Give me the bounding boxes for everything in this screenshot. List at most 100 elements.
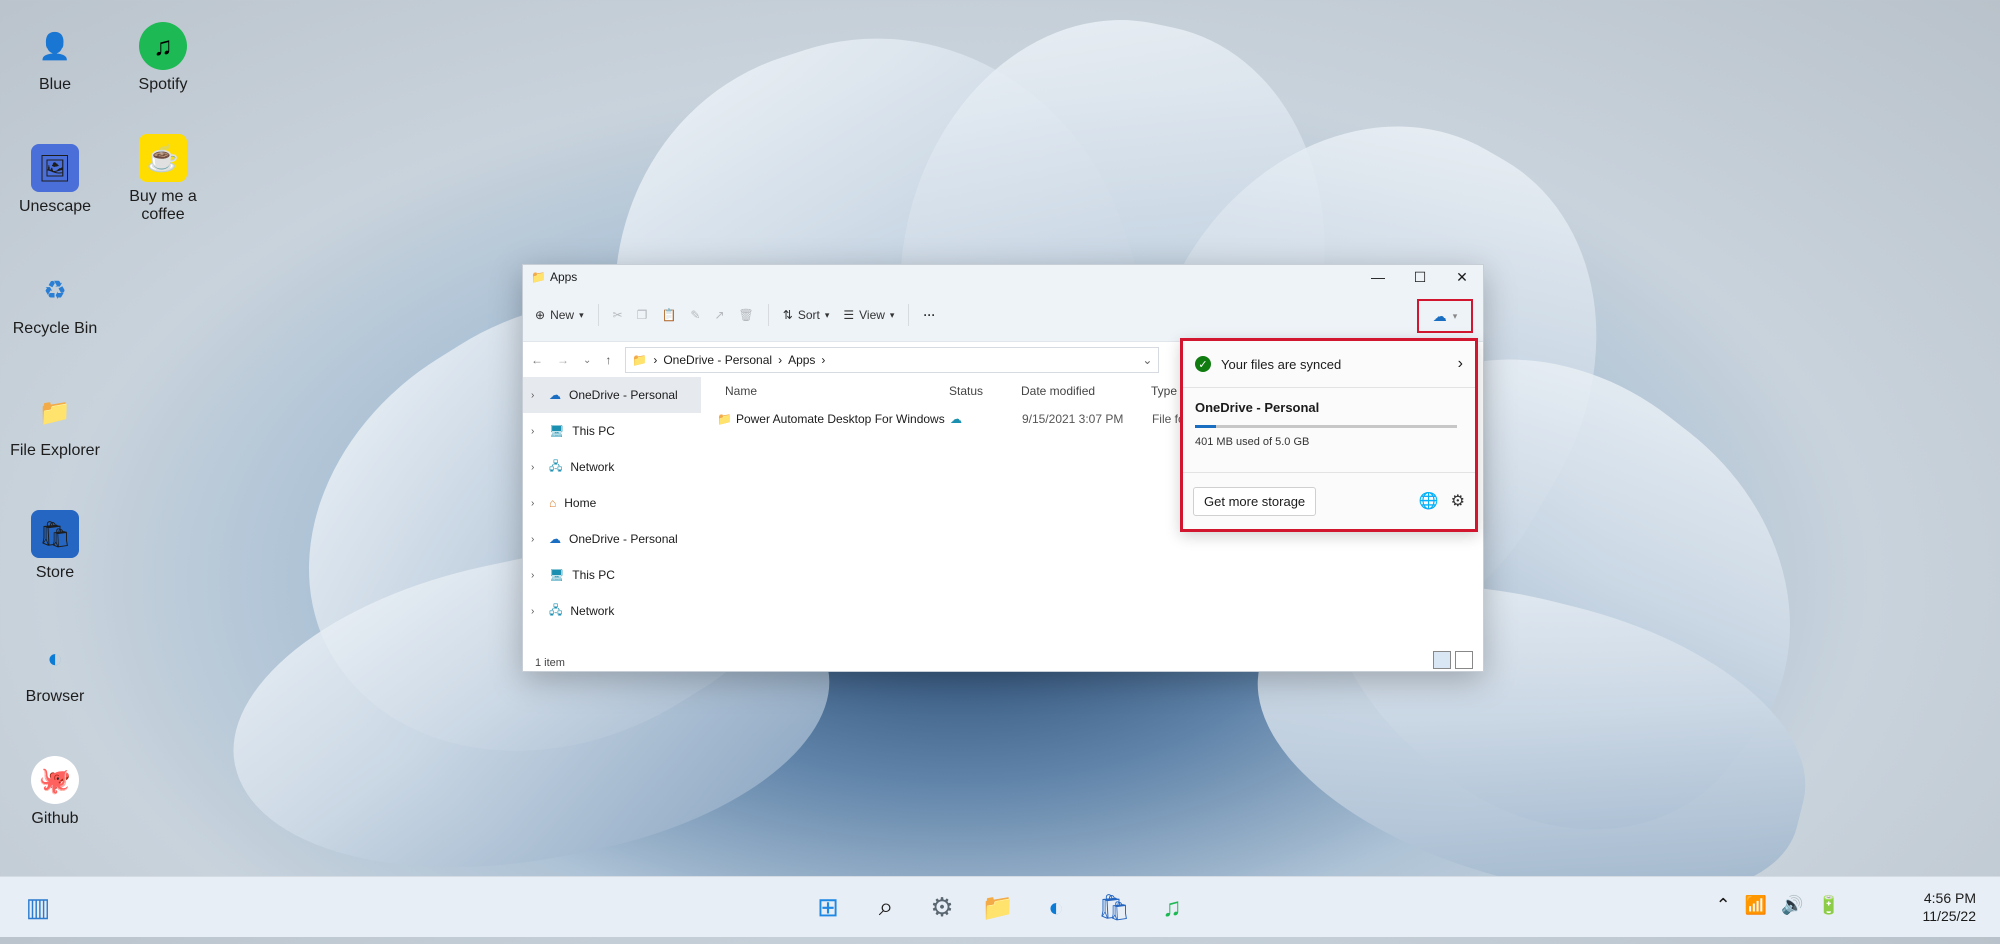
sync-status-row[interactable]: ✓ Your files are synced › (1183, 341, 1475, 388)
title-bar: 📁 Apps — ☐ ✕ (523, 265, 1483, 289)
breadcrumb-apps[interactable]: Apps (788, 353, 815, 367)
onedrive-status-button[interactable]: ☁ ▾ (1417, 299, 1473, 333)
storage-usage-bar (1195, 425, 1457, 428)
wifi-icon[interactable]: 📶 (1745, 895, 1767, 916)
details-view-button[interactable] (1433, 651, 1451, 669)
chevron-right-icon: › (1457, 355, 1463, 372)
chevron-right-icon[interactable]: › (531, 534, 541, 545)
rename-icon[interactable]: ✎ (690, 308, 700, 322)
file-explorer-icon[interactable]: 📁 (980, 889, 1016, 925)
chevron-right-icon[interactable]: › (531, 426, 541, 437)
desktop-icon-blue[interactable]: 👤 Blue (0, 22, 110, 94)
battery-icon[interactable]: 🔋 (1818, 895, 1840, 916)
divider (597, 304, 599, 326)
folder-icon: 📁 (632, 353, 648, 367)
network-icon: 🖧 (549, 458, 563, 473)
column-status[interactable]: Status (949, 384, 1021, 398)
search-icon[interactable]: ⌕ (868, 889, 904, 925)
plus-icon: ⊕ (535, 308, 546, 322)
chevron-down-icon[interactable]: ⌄ (1142, 353, 1152, 367)
maximize-button[interactable]: ☐ (1399, 269, 1441, 286)
column-name[interactable]: Name (711, 384, 949, 398)
desktop-icon-github[interactable]: 🐙 Github (0, 756, 110, 828)
back-icon[interactable]: ← (531, 353, 543, 367)
cloud-icon: ☁ (549, 532, 561, 546)
up-icon[interactable]: ↑ (605, 353, 611, 367)
home-icon: ⌂ (549, 496, 557, 510)
system-tray: ⌃ 📶 🔊 🔋 (1716, 895, 1840, 916)
edge-icon[interactable]: ◐ (1038, 889, 1074, 925)
nav-item-network-2[interactable]: › 🖧 Network (523, 593, 701, 629)
chevron-right-icon[interactable]: › (531, 570, 541, 581)
chevron-down-icon: ▾ (1452, 310, 1458, 321)
more-options-button[interactable]: ··· (923, 308, 935, 322)
onedrive-flyout: ✓ Your files are synced › OneDrive - Per… (1180, 338, 1478, 532)
chevron-right-icon: › (821, 353, 826, 367)
chevron-right-icon[interactable]: › (531, 390, 541, 401)
chevron-down-icon: ▾ (579, 309, 584, 320)
cut-icon[interactable]: ✂ (613, 308, 623, 322)
desktop-icon-store[interactable]: 🛍 Store (0, 510, 110, 582)
desktop-icon-browser[interactable]: ◐ Browser (0, 634, 110, 706)
divider (908, 304, 910, 326)
nav-item-onedrive-2[interactable]: › ☁ OneDrive - Personal (523, 521, 701, 557)
spotify-icon: ♫ (139, 22, 187, 70)
coffee-icon: ☕ (139, 134, 187, 182)
chevron-right-icon[interactable]: › (531, 462, 541, 473)
chevron-right-icon: › (778, 353, 783, 367)
nav-item-this-pc[interactable]: › 🖥 This PC (523, 413, 701, 449)
desktop-icon-unescape[interactable]: 🖼 Unescape (0, 144, 110, 216)
divider (767, 304, 769, 326)
copy-icon[interactable]: ❐ (637, 308, 648, 322)
storage-usage-text: 401 MB used of 5.0 GB (1195, 436, 1310, 448)
status-bar-text: 1 item (535, 657, 565, 669)
nav-item-home[interactable]: › ⌂ Home (523, 485, 701, 521)
start-icon[interactable]: ⊞ (810, 889, 846, 925)
close-button[interactable]: ✕ (1441, 269, 1483, 286)
sort-icon: ⇅ (782, 308, 793, 322)
gear-icon[interactable]: ⚙ (1451, 491, 1465, 511)
unescape-icon: 🖼 (31, 144, 79, 192)
desktop-icon-spotify[interactable]: ♫ Spotify (108, 22, 218, 94)
chevron-right-icon[interactable]: › (531, 606, 541, 617)
nav-item-this-pc-2[interactable]: › 🖥 This PC (523, 557, 701, 593)
widgets-icon[interactable]: ▥ (20, 889, 56, 925)
desktop-icon-file-explorer[interactable]: 📁 File Explorer (0, 388, 110, 460)
sort-button[interactable]: ⇅ Sort ▾ (783, 308, 830, 322)
volume-icon[interactable]: 🔊 (1781, 895, 1803, 916)
paste-icon[interactable]: 📋 (661, 308, 676, 322)
pc-icon: 🖥 (549, 568, 565, 582)
delete-icon[interactable]: 🗑 (739, 308, 754, 322)
folder-icon: 📁 (38, 396, 72, 427)
desktop-icon-recycle-bin[interactable]: ♻ Recycle Bin (0, 266, 110, 338)
recent-icon[interactable]: ⌄ (583, 355, 591, 366)
share-icon[interactable]: ↗ (714, 308, 724, 322)
globe-icon[interactable]: 🌐 (1419, 491, 1439, 511)
user-icon: 👤 (38, 30, 72, 61)
nav-item-network[interactable]: › 🖧 Network (523, 449, 701, 485)
chevron-right-icon[interactable]: › (531, 498, 541, 509)
breadcrumb-onedrive[interactable]: OneDrive - Personal (663, 353, 772, 367)
navigation-pane: › ☁ OneDrive - Personal › 🖥 This PC › 🖧 … (523, 377, 701, 629)
column-date-modified[interactable]: Date modified (1021, 384, 1151, 398)
settings-icon[interactable]: ⚙ (924, 889, 960, 925)
store-icon: 🛍 (31, 510, 79, 558)
address-bar[interactable]: 📁 › OneDrive - Personal › Apps › ⌄ (625, 347, 1160, 373)
minimize-button[interactable]: — (1357, 269, 1399, 286)
edge-icon: ◐ (47, 642, 63, 673)
window-title: Apps (549, 270, 578, 284)
chevron-down-icon: ▾ (824, 309, 830, 320)
spotify-icon[interactable]: ♫ (1154, 889, 1190, 925)
view-button[interactable]: ☰ View ▾ (843, 308, 894, 322)
nav-item-onedrive[interactable]: › ☁ OneDrive - Personal (523, 377, 701, 413)
desktop-icon-buy-me-a-coffee[interactable]: ☕ Buy me a coffee (108, 134, 218, 224)
clock[interactable]: 4:56 PM 11/25/22 (1923, 889, 1976, 925)
chevron-up-icon[interactable]: ⌃ (1716, 895, 1731, 916)
tiles-view-button[interactable] (1455, 651, 1473, 669)
column-type[interactable]: Type (1151, 384, 1177, 398)
get-more-storage-button[interactable]: Get more storage (1193, 486, 1317, 516)
store-icon[interactable]: 🛍 (1096, 889, 1132, 925)
account-name: OneDrive - Personal (1195, 400, 1320, 415)
new-button[interactable]: ⊕ New ▾ (535, 308, 584, 322)
forward-icon[interactable]: → (557, 353, 569, 367)
